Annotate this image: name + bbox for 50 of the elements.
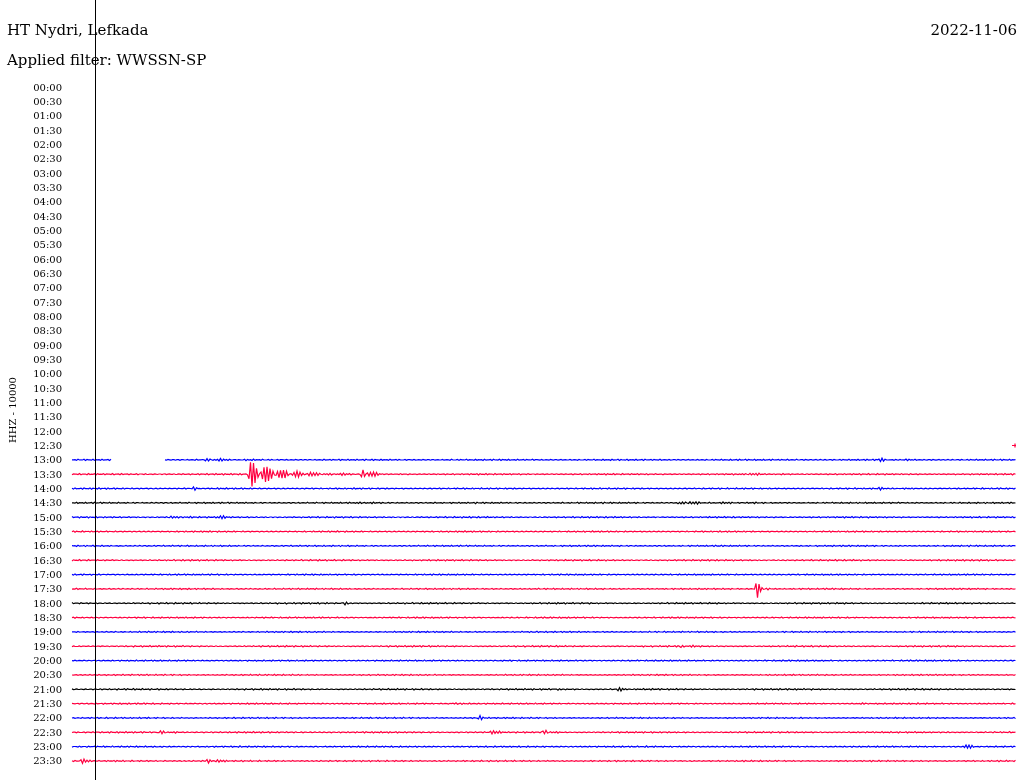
time-label: 01:00 [33,110,62,122]
time-label: 06:00 [33,253,62,265]
time-label: 14:30 [33,497,62,509]
time-label: 00:00 [33,81,62,93]
time-label: 08:00 [33,310,62,322]
time-label: 12:00 [33,425,62,437]
time-label: 16:00 [33,540,62,552]
time-label: 05:30 [33,239,62,251]
time-label: 13:00 [33,454,62,466]
time-label: 13:30 [33,468,62,480]
time-label: 03:00 [33,167,62,179]
time-label: 15:00 [33,511,62,523]
time-label: 10:00 [33,368,62,380]
time-label: 15:30 [33,526,62,538]
time-label: 00:30 [33,95,62,107]
time-label: 06:30 [33,267,62,279]
channel-axis-label: HHZ - 10000 [7,377,18,443]
time-label: 04:00 [33,196,62,208]
time-label: 05:00 [33,224,62,236]
time-label: 23:30 [33,755,62,767]
time-label: 03:30 [33,181,62,193]
time-label: 11:30 [33,411,62,423]
time-label: 08:30 [33,325,62,337]
date-label: 2022-11-06 [930,20,1017,40]
time-label: 02:00 [33,138,62,150]
time-label: 20:00 [33,655,62,667]
time-label: 21:30 [33,698,62,710]
time-label: 19:00 [33,626,62,638]
time-label: 09:00 [33,339,62,351]
time-label: 18:30 [33,612,62,624]
time-label: 17:00 [33,569,62,581]
time-label: 11:00 [33,397,62,408]
time-label: 10:30 [33,382,62,394]
time-label: 09:30 [33,353,62,365]
time-label: 07:00 [33,282,62,294]
time-label: 12:30 [33,440,62,451]
time-label: 07:30 [33,296,62,308]
time-label: 16:30 [33,554,62,566]
time-label: 14:00 [33,483,62,494]
time-label: 04:30 [33,210,62,222]
time-label: 23:00 [33,741,62,753]
time-label: 22:30 [33,726,62,738]
time-label: 02:30 [33,153,62,165]
time-label: 22:00 [33,712,62,724]
time-label: 18:00 [33,597,62,609]
time-label: 20:30 [33,669,62,681]
time-label: 17:30 [33,583,62,595]
time-label: 21:00 [33,683,62,695]
time-label: 01:30 [33,124,62,136]
time-label: 19:30 [33,640,62,652]
